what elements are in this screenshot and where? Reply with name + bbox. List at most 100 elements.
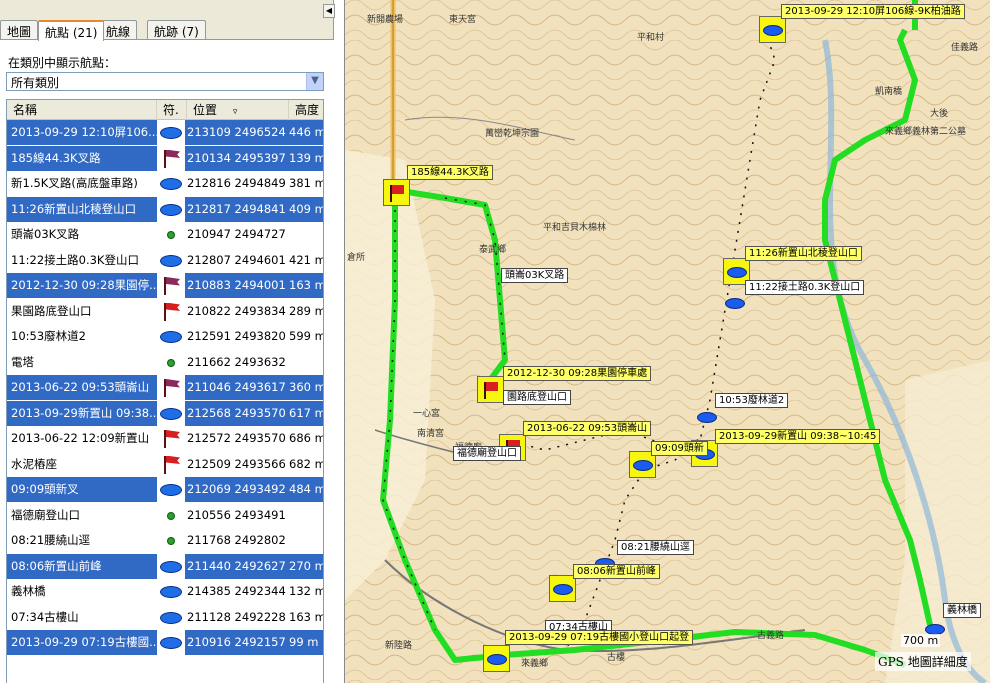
table-row[interactable]: 義林橋 214385 2492344 132 m — [7, 579, 323, 604]
place-label: 佳義路 — [951, 43, 979, 53]
tab-waypoints[interactable]: 航點 (21) — [38, 20, 105, 41]
table-row[interactable]: 185線44.3K叉路 210134 2495397 139 m — [7, 145, 323, 171]
place-label: 倉所 — [347, 253, 366, 263]
waypoint-name: 08:06新置山前峰 — [11, 558, 102, 573]
table-row[interactable]: 08:21腰繞山逕 211768 2492802 — [7, 528, 323, 553]
table-row[interactable]: 2013-06-22 09:53頭崙山 211046 2493617 360 m — [7, 375, 324, 400]
table-row[interactable]: 2012-12-30 09:28果園停... 210883 2494001 163 … — [7, 273, 323, 298]
waypoint-position: 210916 2492157 — [187, 635, 286, 649]
waypoint-name: 2012-12-30 09:28果園停... — [11, 278, 157, 292]
waypoint-marker[interactable] — [725, 298, 745, 309]
map-view[interactable]: 新開農場 東天宮 平和村 萬巒乾坤宗園 平和吉貝木棉林 泰武鄉 倉所 凱南橋 大… — [344, 0, 990, 683]
flag-icon — [486, 382, 498, 391]
table-row[interactable]: 2013-09-29 07:19古樓國... 210916 2492157 99 m — [7, 630, 323, 655]
waypoint-symbol — [157, 298, 185, 324]
waypoint-label: 2013-09-29 07:19古樓國小登山口起登 — [505, 630, 694, 645]
waypoint-position: 210134 2495397 — [187, 150, 286, 165]
table-row[interactable]: 2013-09-29新置山 09:38... 212568 2493570 617 … — [7, 400, 323, 426]
table-row[interactable]: 11:22接土路0.3K登山口 212807 2494601 421 m — [7, 247, 323, 273]
waypoint-symbol — [157, 604, 185, 630]
waypoint-name: 頭崙03K叉路 — [11, 227, 80, 241]
waypoint-marker[interactable] — [759, 16, 786, 43]
table-row[interactable]: 09:09頭新叉 212069 2493492 484 m — [7, 477, 324, 502]
flag-icon — [392, 185, 404, 194]
table-row[interactable]: 08:06新置山前峰 211440 2492627 270 m — [7, 553, 323, 579]
table-row[interactable]: 頭崙03K叉路 210947 2494727 — [7, 222, 323, 247]
table-row[interactable]: 果園路底登山口 210822 2493834 289 m — [7, 298, 324, 324]
table-row[interactable]: 新1.5K叉路(高底盤車路) 212816 2494849 381 m — [7, 171, 323, 196]
waypoint-altitude: 686 m — [289, 431, 324, 445]
waypoint-marker[interactable] — [477, 376, 504, 403]
waypoint-name: 07:34古樓山 — [11, 609, 79, 624]
place-label: 古義路 — [757, 631, 785, 641]
waypoint-altitude — [289, 528, 323, 553]
tab-routes[interactable]: 航線 — [99, 20, 138, 40]
waypoint-altitude — [289, 503, 323, 528]
waypoint-name: 2013-09-29 07:19古樓國... — [11, 635, 157, 649]
flag-icon — [166, 379, 180, 388]
ellipse-icon — [160, 407, 182, 420]
waypoint-symbol — [157, 222, 185, 247]
table-row[interactable]: 07:34古樓山 211128 2492228 163 m — [7, 604, 323, 630]
waypoint-name: 新1.5K叉路(高底盤車路) — [11, 176, 138, 190]
panel-tabs: 地圖 航點 (21) 航線 航跡 (7) — [0, 20, 334, 41]
waypoint-altitude: 289 m — [289, 303, 324, 318]
green-dot-icon — [167, 537, 175, 545]
category-filter-select[interactable]: 所有類別 ▼ — [6, 72, 324, 91]
waypoint-marker[interactable] — [383, 179, 410, 206]
table-row[interactable]: 10:53廢林道2 212591 2493820 599 m — [7, 324, 323, 349]
waypoint-label: 08:21腰繞山逕 — [617, 540, 694, 555]
column-header-symbol[interactable]: 符. — [157, 100, 187, 120]
waypoint-label: 10:53廢林道2 — [715, 393, 789, 408]
table-row[interactable]: 2013-09-29 12:10屏106... 213109 2496524 446… — [7, 120, 324, 145]
waypoint-altitude: 484 m — [289, 482, 324, 496]
waypoint-position: 211046 2493617 — [187, 380, 286, 394]
place-label: 南清宮 — [417, 429, 445, 439]
green-dot-icon — [167, 358, 175, 367]
collapse-panel-button[interactable]: ◀ — [323, 4, 335, 18]
waypoint-altitude: 446 m — [289, 125, 324, 139]
flag-icon — [166, 455, 180, 464]
column-header-position-label: 位置 — [193, 103, 218, 117]
waypoint-name: 2013-06-22 12:09新置山 — [11, 431, 150, 445]
waypoint-symbol — [157, 400, 185, 426]
table-row[interactable]: 電塔 211662 2493632 — [7, 349, 323, 375]
chevron-down-icon[interactable]: ▼ — [306, 73, 323, 90]
flag-pole — [164, 379, 166, 397]
waypoint-name: 11:22接土路0.3K登山口 — [11, 252, 139, 267]
waypoint-position: 211662 2493632 — [187, 354, 286, 369]
waypoint-symbol — [157, 145, 185, 171]
waypoint-marker[interactable] — [483, 645, 510, 672]
column-header-name[interactable]: 名稱 — [7, 100, 157, 120]
waypoint-position: 212591 2493820 — [187, 329, 286, 343]
waypoint-name: 電塔 — [11, 354, 34, 369]
waypoint-altitude: 360 m — [289, 380, 324, 394]
tab-map[interactable]: 地圖 — [0, 20, 39, 40]
table-row[interactable]: 水泥樁座 212509 2493566 682 m — [7, 451, 323, 477]
flag-pole — [164, 302, 166, 321]
column-header-position[interactable]: 位置 ▿ — [187, 100, 289, 120]
waypoint-marker[interactable] — [549, 575, 576, 602]
waypoint-label: 11:26新置山北稜登山口 — [745, 246, 862, 261]
waypoint-label: 11:22接土路0.3K登山口 — [745, 280, 865, 295]
waypoint-symbol — [157, 630, 185, 655]
waypoint-label: 福德廟登山口 — [453, 446, 521, 461]
waypoint-label: 頭崙03K叉路 — [501, 268, 569, 283]
flag-pole — [164, 277, 166, 295]
tab-tracks[interactable]: 航跡 (7) — [147, 20, 206, 40]
column-header-altitude[interactable]: 高度 — [289, 100, 323, 120]
sort-icon: ▿ — [232, 107, 238, 117]
waypoint-position: 212816 2494849 — [187, 176, 286, 190]
flag-icon — [166, 277, 180, 286]
waypoint-position: 210556 2493491 — [187, 507, 286, 522]
table-row[interactable]: 2013-06-22 12:09新置山 212572 2493570 686 m — [7, 426, 324, 451]
waypoint-name: 185線44.3K叉路 — [11, 150, 101, 165]
ellipse-icon — [160, 331, 182, 343]
waypoint-marker[interactable] — [697, 412, 717, 423]
waypoint-altitude — [289, 350, 323, 375]
table-row[interactable]: 福德廟登山口 210556 2493491 — [7, 502, 323, 528]
flag-pole — [164, 149, 166, 168]
table-row[interactable]: 11:26新置山北稜登山口 212817 2494841 409 m — [7, 196, 323, 222]
waypoint-label: 義林橋 — [943, 603, 981, 618]
waypoint-position: 212509 2493566 — [187, 456, 286, 471]
